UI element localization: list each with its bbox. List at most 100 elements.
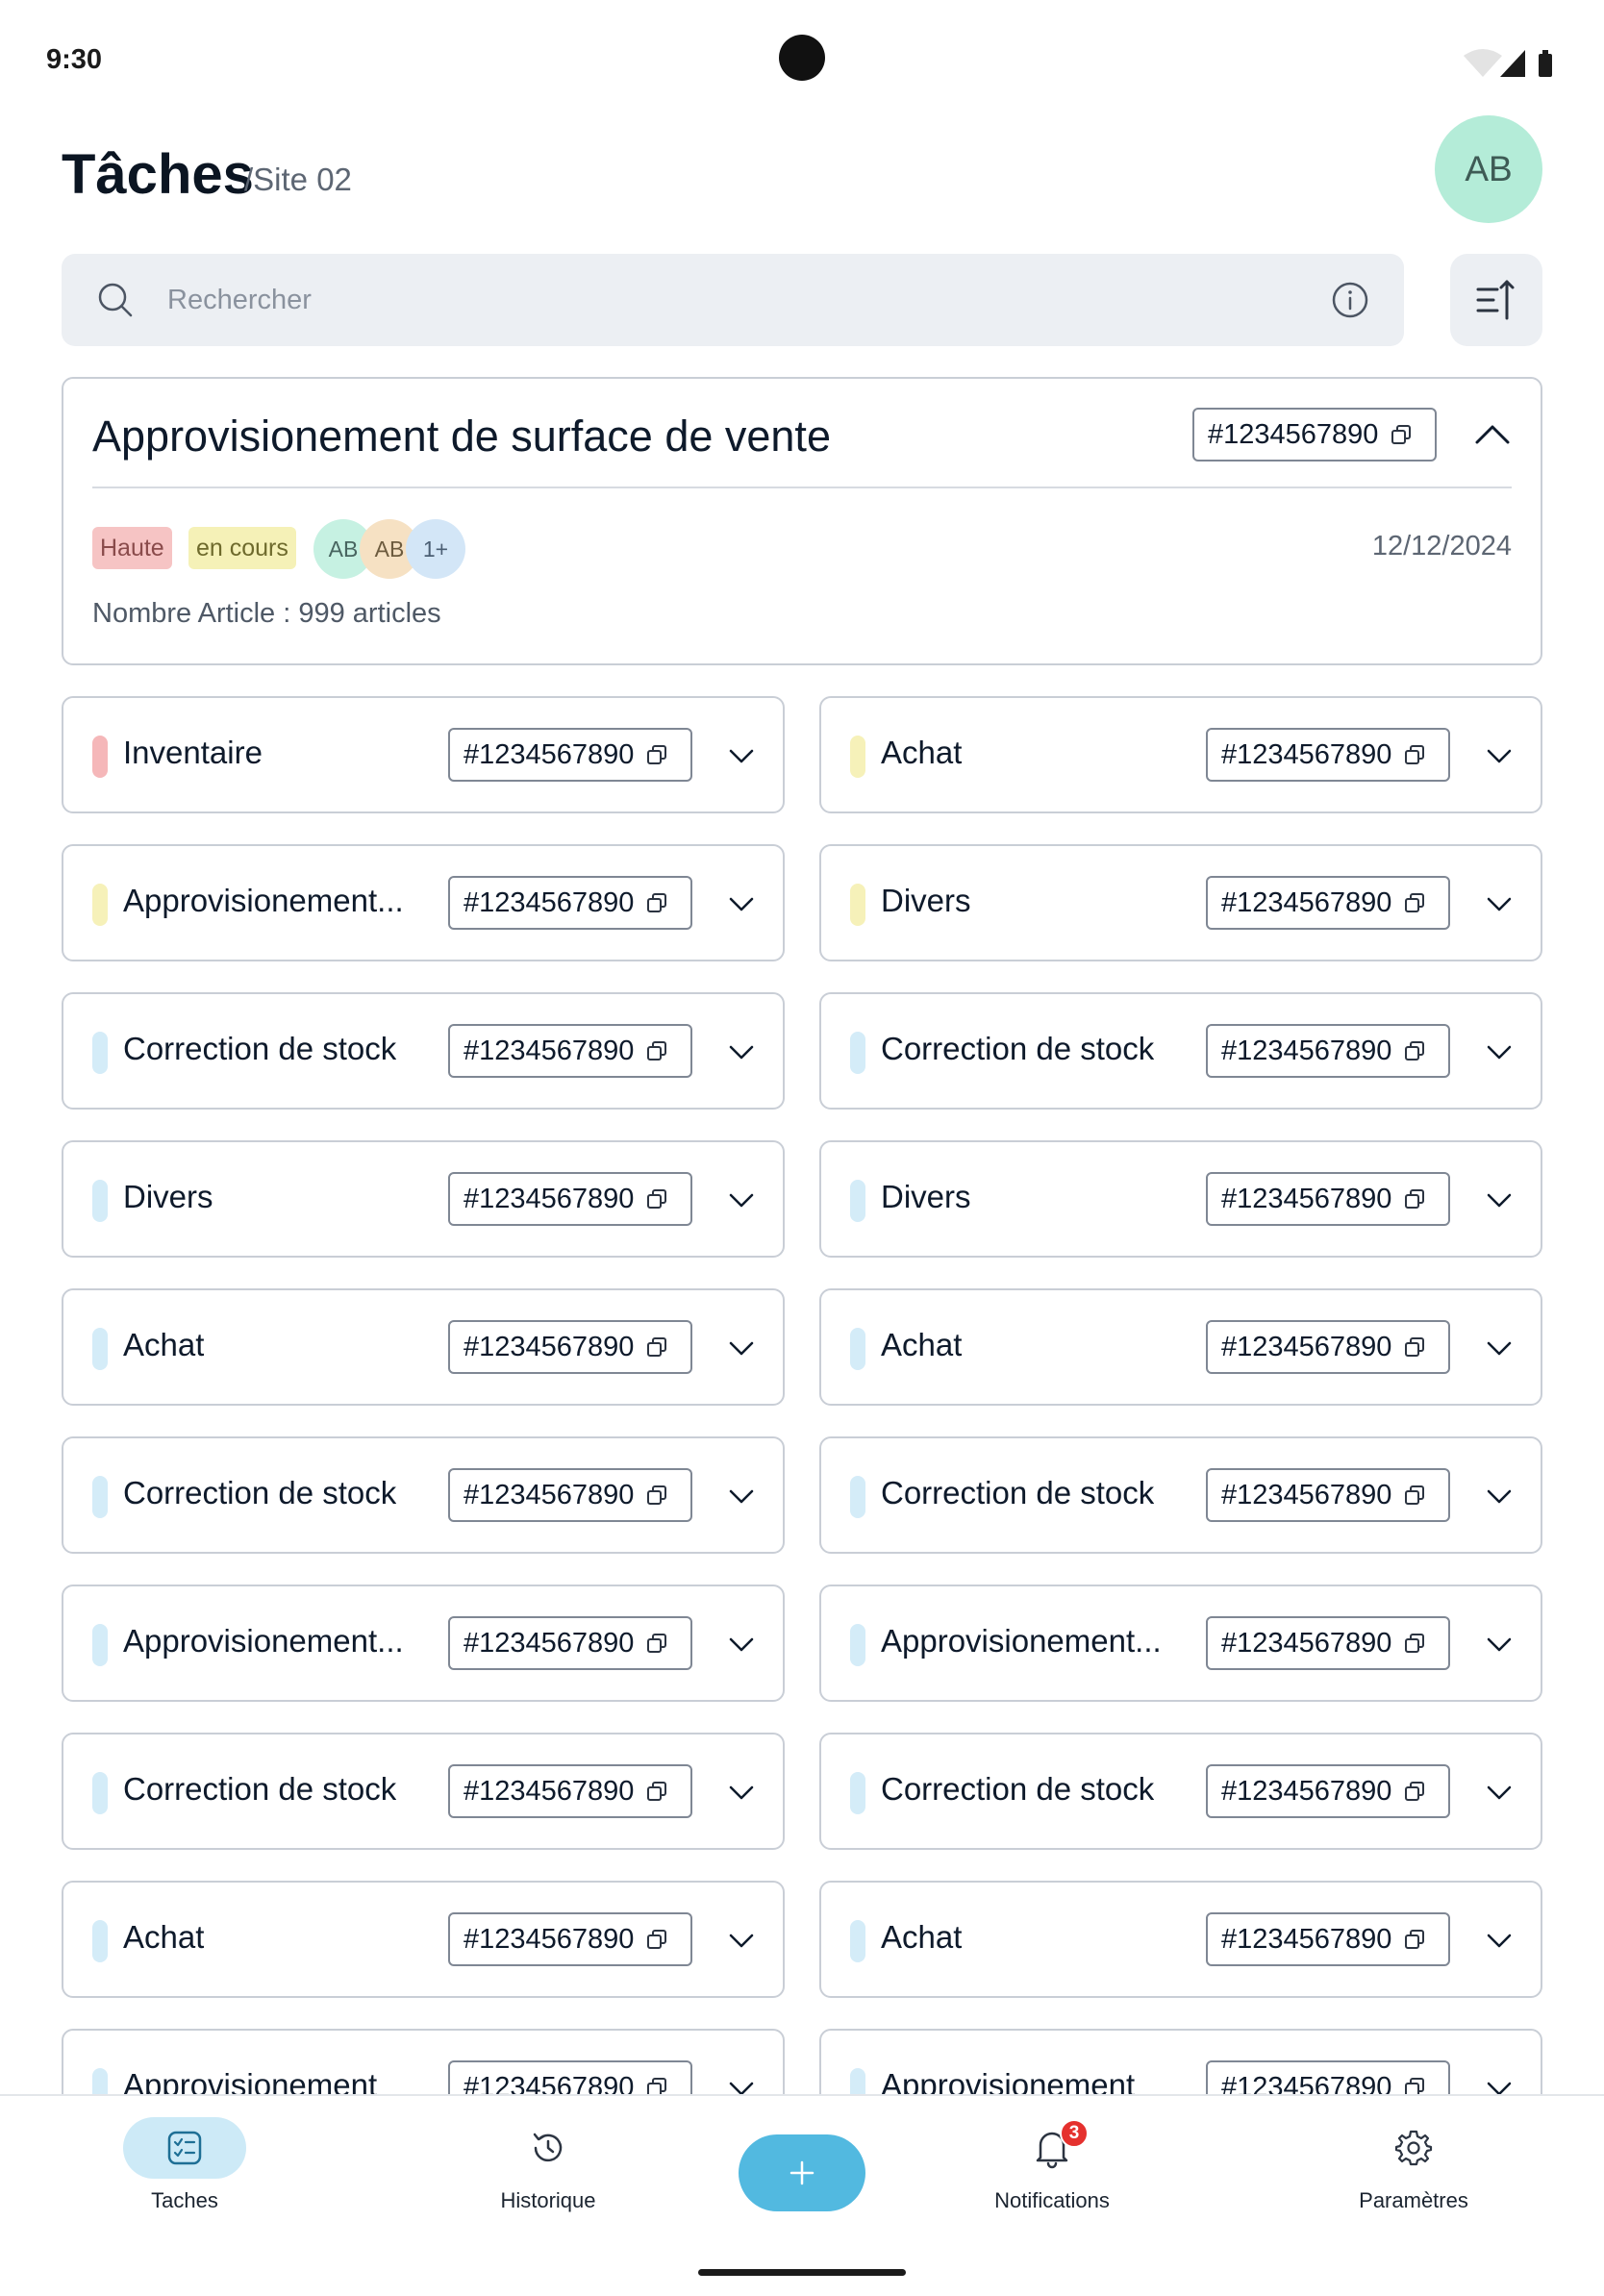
reference-chip[interactable]: #1234567890 — [448, 1764, 692, 1818]
copy-icon[interactable] — [1403, 1780, 1426, 1803]
nav-item-notifications[interactable]: 3 Notifications — [956, 2117, 1148, 2213]
reference-chip[interactable]: #1234567890 — [1206, 1912, 1450, 1966]
task-card[interactable]: Correction de stock #1234567890 — [62, 1436, 785, 1554]
reference-number: #1234567890 — [464, 1035, 635, 1066]
reference-chip[interactable]: #1234567890 — [448, 1912, 692, 1966]
chevron-down-icon[interactable] — [727, 1929, 756, 1952]
chevron-down-icon[interactable] — [727, 744, 756, 767]
more-assignees-avatar[interactable]: 1+ — [406, 519, 465, 579]
wifi-icon — [1464, 49, 1502, 77]
task-type-indicator — [92, 1624, 108, 1666]
chevron-down-icon[interactable] — [727, 1485, 756, 1508]
chevron-down-icon[interactable] — [727, 892, 756, 915]
reference-chip[interactable]: #1234567890 — [448, 1172, 692, 1226]
task-card[interactable]: Approvisionement... #1234567890 — [62, 844, 785, 961]
reference-chip[interactable]: #1234567890 — [1206, 876, 1450, 930]
info-icon[interactable] — [1331, 281, 1369, 319]
task-card[interactable]: Achat #1234567890 — [62, 1881, 785, 1998]
chevron-down-icon[interactable] — [1485, 1188, 1514, 1211]
copy-icon[interactable] — [1403, 1187, 1426, 1210]
reference-chip[interactable]: #1234567890 — [448, 1616, 692, 1670]
task-card[interactable]: Correction de stock #1234567890 — [819, 992, 1542, 1110]
sort-button[interactable] — [1450, 254, 1542, 346]
reference-chip[interactable]: #1234567890 — [1206, 728, 1450, 782]
copy-icon[interactable] — [645, 891, 668, 914]
reference-chip[interactable]: #1234567890 — [1206, 1764, 1450, 1818]
chevron-down-icon[interactable] — [727, 1781, 756, 1804]
reference-chip[interactable]: #1234567890 — [448, 1468, 692, 1522]
chevron-down-icon[interactable] — [1485, 1485, 1514, 1508]
task-card[interactable]: Divers #1234567890 — [819, 1140, 1542, 1258]
task-card[interactable]: Approvisionement... #1234567890 — [62, 1585, 785, 1702]
copy-icon[interactable] — [1390, 423, 1413, 446]
chevron-up-icon[interactable] — [1473, 419, 1512, 448]
reference-chip[interactable]: #1234567890 — [1206, 1172, 1450, 1226]
chevron-down-icon[interactable] — [727, 1336, 756, 1360]
reference-number: #1234567890 — [1221, 1035, 1392, 1066]
chevron-down-icon[interactable] — [1485, 1040, 1514, 1063]
copy-icon[interactable] — [645, 1039, 668, 1062]
search-bar[interactable] — [62, 254, 1404, 346]
main-task-card[interactable]: Approvisionement de surface de vente #12… — [62, 377, 1542, 665]
reference-chip[interactable]: #1234567890 — [448, 728, 692, 782]
chevron-down-icon[interactable] — [1485, 1929, 1514, 1952]
task-date: 12/12/2024 — [1371, 531, 1512, 562]
reference-chip[interactable]: #1234567890 — [1206, 1616, 1450, 1670]
copy-icon[interactable] — [1403, 891, 1426, 914]
copy-icon[interactable] — [1403, 1928, 1426, 1951]
task-card[interactable]: Divers #1234567890 — [819, 844, 1542, 961]
task-card[interactable]: Achat #1234567890 — [819, 1881, 1542, 1998]
task-card[interactable]: Correction de stock #1234567890 — [819, 1436, 1542, 1554]
copy-icon[interactable] — [645, 1484, 668, 1507]
nav-tasks-icon-wrap — [123, 2117, 246, 2179]
copy-icon[interactable] — [1403, 1335, 1426, 1359]
reference-chip[interactable]: #1234567890 — [1192, 408, 1437, 462]
chevron-down-icon[interactable] — [1485, 744, 1514, 767]
add-task-button[interactable] — [739, 2134, 865, 2211]
copy-icon[interactable] — [645, 1335, 668, 1359]
copy-icon[interactable] — [1403, 1632, 1426, 1655]
chevron-down-icon[interactable] — [1485, 1336, 1514, 1360]
chevron-down-icon[interactable] — [1485, 1781, 1514, 1804]
reference-number: #1234567890 — [1221, 1627, 1392, 1659]
copy-icon[interactable] — [645, 1780, 668, 1803]
copy-icon[interactable] — [1403, 1039, 1426, 1062]
reference-number: #1234567890 — [1221, 1183, 1392, 1214]
chevron-down-icon[interactable] — [727, 1040, 756, 1063]
reference-chip[interactable]: #1234567890 — [448, 876, 692, 930]
task-card[interactable]: Approvisionement... #1234567890 — [819, 1585, 1542, 1702]
reference-chip[interactable]: #1234567890 — [1206, 1320, 1450, 1374]
search-input[interactable] — [167, 254, 1283, 346]
nav-item-settings[interactable]: Paramètres — [1317, 2117, 1510, 2213]
task-label: Achat — [123, 1919, 205, 1955]
task-type-indicator — [92, 1476, 108, 1518]
nav-item-tasks[interactable]: Taches — [88, 2117, 281, 2213]
reference-chip[interactable]: #1234567890 — [1206, 1468, 1450, 1522]
task-card[interactable]: Divers #1234567890 — [62, 1140, 785, 1258]
sort-icon — [1476, 280, 1515, 320]
copy-icon[interactable] — [645, 1632, 668, 1655]
task-card[interactable]: Achat #1234567890 — [819, 1288, 1542, 1406]
chevron-down-icon[interactable] — [1485, 892, 1514, 915]
task-card[interactable]: Achat #1234567890 — [62, 1288, 785, 1406]
task-card[interactable]: Correction de stock #1234567890 — [819, 1733, 1542, 1850]
task-card[interactable]: Achat #1234567890 — [819, 696, 1542, 813]
home-indicator[interactable] — [698, 2269, 906, 2276]
copy-icon[interactable] — [645, 743, 668, 766]
chevron-down-icon[interactable] — [727, 1633, 756, 1656]
chevron-down-icon[interactable] — [727, 1188, 756, 1211]
task-card[interactable]: Inventaire #1234567890 — [62, 696, 785, 813]
copy-icon[interactable] — [1403, 1484, 1426, 1507]
reference-chip[interactable]: #1234567890 — [1206, 1024, 1450, 1078]
chevron-down-icon[interactable] — [1485, 1633, 1514, 1656]
copy-icon[interactable] — [1403, 743, 1426, 766]
user-avatar[interactable]: AB — [1435, 115, 1542, 223]
reference-number: #1234567890 — [1221, 1331, 1392, 1362]
task-card[interactable]: Correction de stock #1234567890 — [62, 1733, 785, 1850]
task-card[interactable]: Correction de stock #1234567890 — [62, 992, 785, 1110]
nav-item-history[interactable]: Historique — [452, 2117, 644, 2213]
copy-icon[interactable] — [645, 1928, 668, 1951]
reference-chip[interactable]: #1234567890 — [448, 1024, 692, 1078]
reference-chip[interactable]: #1234567890 — [448, 1320, 692, 1374]
copy-icon[interactable] — [645, 1187, 668, 1210]
